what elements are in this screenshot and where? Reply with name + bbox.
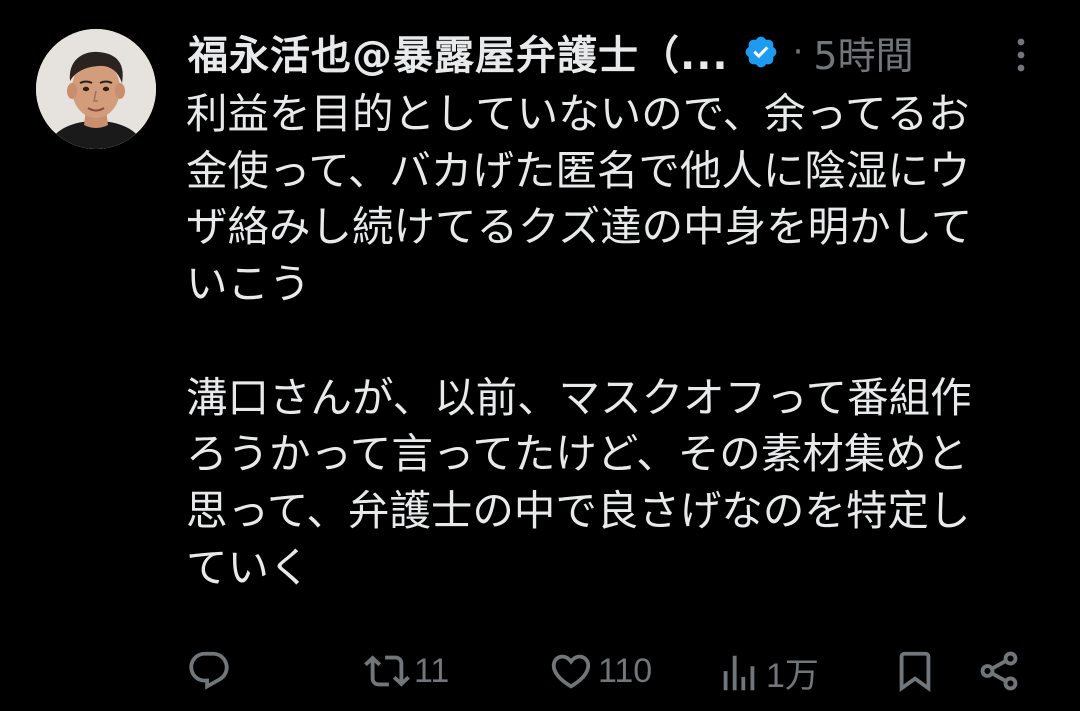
bookmark-icon bbox=[899, 651, 931, 692]
action-bar: 11 110 1万 bbox=[0, 640, 1080, 700]
text-line: ていく bbox=[186, 542, 311, 592]
reply-icon bbox=[189, 651, 229, 690]
bookmark-button[interactable] bbox=[892, 648, 938, 694]
author-name[interactable]: 福永活也@暴露屋弁護士（... bbox=[188, 23, 729, 81]
views-count: 1万 bbox=[766, 657, 819, 695]
tweet-paragraph-2: 溝口さんが、以前、マスクオフって番組作 ろうかって言ってたけど、その素材集めと … bbox=[186, 370, 1056, 597]
share-icon bbox=[980, 651, 1018, 691]
timestamp[interactable]: 5時間 bbox=[813, 25, 913, 80]
avatar-photo bbox=[36, 29, 156, 149]
retweet-count: 11 bbox=[414, 651, 450, 690]
reply-button[interactable] bbox=[186, 648, 236, 694]
like-count: 110 bbox=[598, 651, 653, 690]
tweet-header: 福永活也@暴露屋弁護士（... · 5時間 bbox=[188, 24, 914, 80]
meta-separator: · bbox=[792, 32, 804, 72]
tweet: 福永活也@暴露屋弁護士（... · 5時間 利益を目的としていないので、余ってる… bbox=[0, 0, 1080, 711]
like-button[interactable]: 110 bbox=[548, 648, 652, 694]
avatar[interactable] bbox=[36, 29, 156, 149]
text-line: 金使って、バカげた匿名で他人に陰湿にウ bbox=[186, 145, 971, 195]
retweet-button[interactable]: 11 bbox=[364, 648, 449, 694]
text-line: ろうかって言ってたけど、その素材集めと bbox=[186, 429, 969, 479]
heart-icon bbox=[551, 654, 591, 689]
retweet-icon bbox=[364, 655, 410, 687]
text-line: いこう bbox=[186, 259, 311, 309]
text-line: ザ絡みし続けてるクズ達の中身を明かして bbox=[186, 202, 973, 252]
tweet-text: 利益を目的としていないので、余ってるお 金使って、バカげた匿名で他人に陰湿にウ … bbox=[186, 86, 1056, 596]
text-line: 溝口さんが、以前、マスクオフって番組作 bbox=[186, 372, 972, 422]
views-button[interactable]: 1万 bbox=[716, 648, 819, 697]
share-button[interactable] bbox=[976, 648, 1022, 694]
verified-badge-icon[interactable] bbox=[743, 34, 779, 70]
tweet-paragraph-1: 利益を目的としていないので、余ってるお 金使って、バカげた匿名で他人に陰湿にウ … bbox=[186, 86, 1056, 313]
text-line: 思って、弁護士の中で良さげなのを特定し bbox=[186, 485, 971, 535]
more-options-icon[interactable] bbox=[1004, 30, 1038, 74]
views-icon bbox=[723, 655, 755, 690]
text-line: 利益を目的としていないので、余ってるお bbox=[186, 89, 970, 138]
